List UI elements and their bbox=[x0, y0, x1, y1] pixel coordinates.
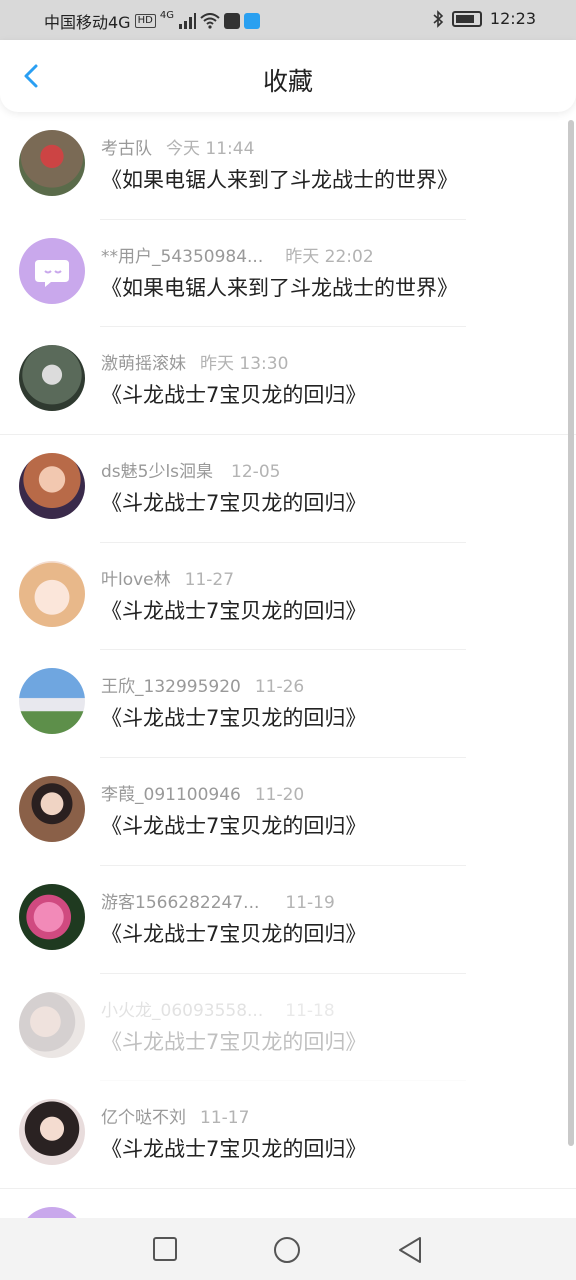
page-title: 收藏 bbox=[262, 67, 313, 96]
timestamp: 11-26 bbox=[254, 677, 305, 698]
avatar bbox=[19, 130, 85, 196]
timestamp: 昨天 13:30 bbox=[200, 354, 289, 375]
list-item[interactable]: ds魅5少ls洄臬 12-05 《斗龙战士7宝贝龙的回归》 bbox=[0, 435, 576, 543]
clock: 12:23 bbox=[489, 9, 536, 28]
list-item[interactable]: 王欣_132995920 11-26 《斗龙战士7宝贝龙的回归》 bbox=[0, 650, 576, 759]
list-item[interactable]: 叶love林 11-27 《斗龙战士7宝贝龙的回归》 bbox=[0, 543, 576, 651]
username: 考古队 bbox=[101, 139, 152, 159]
app-notification-icon bbox=[223, 13, 240, 29]
list-item[interactable]: 激萌摇滚妹 昨天 13:30 《斗龙战士7宝贝龙的回归》 bbox=[0, 327, 576, 436]
timestamp: 11-19 bbox=[285, 892, 335, 913]
home-button[interactable] bbox=[273, 1236, 301, 1268]
circle-icon bbox=[274, 1237, 300, 1263]
avatar bbox=[19, 237, 85, 304]
avatar bbox=[19, 776, 85, 843]
username: **用户_54350984... bbox=[101, 246, 264, 267]
list-item[interactable]: 亿个哒不刘 11-17 《斗龙战士7宝贝龙的回归》 bbox=[0, 1081, 576, 1189]
list-item[interactable]: 小火龙_06093558... 11-18 《斗龙战士7宝贝龙的回归》 bbox=[0, 974, 576, 1082]
avatar bbox=[19, 1206, 85, 1218]
avatar bbox=[19, 1099, 85, 1166]
list-item[interactable]: 考古队 今天 11:44 《如果电锯人来到了斗龙战士的世界》 bbox=[0, 112, 576, 220]
triangle-back-icon bbox=[399, 1237, 421, 1263]
username: ds魅5少ls洄臬 bbox=[101, 462, 214, 483]
network-type: 4G bbox=[159, 9, 174, 21]
signal-icon bbox=[178, 13, 196, 29]
timestamp: 今天 11:44 bbox=[166, 139, 255, 159]
item-title: 《如果电锯人来到了斗龙战士的世界》 bbox=[101, 275, 458, 300]
timestamp: 11-27 bbox=[184, 569, 235, 590]
hd-badge: HD bbox=[134, 14, 156, 28]
status-bar: 中国移动4G HD 4G 12:23 bbox=[0, 0, 576, 40]
username: 小火龙_06093558... bbox=[101, 1000, 264, 1021]
header: 收藏 bbox=[0, 40, 576, 112]
bluetooth-icon bbox=[433, 9, 444, 28]
item-title: 《斗龙战士7宝贝龙的回归》 bbox=[101, 814, 367, 839]
chat-bubble-icon bbox=[35, 259, 69, 287]
scrollbar[interactable] bbox=[568, 120, 574, 1146]
item-title: 《斗龙战士7宝贝龙的回归》 bbox=[101, 706, 367, 731]
item-title: 《斗龙战士7宝贝龙的回归》 bbox=[101, 383, 367, 408]
item-title: 《斗龙战士7宝贝龙的回归》 bbox=[101, 1137, 367, 1162]
username: 游客1566282247... bbox=[101, 892, 260, 913]
timestamp: 昨天 22:02 bbox=[285, 246, 374, 267]
wifi-icon bbox=[200, 13, 220, 29]
avatar bbox=[19, 668, 85, 735]
list-item-partial[interactable] bbox=[0, 1189, 576, 1218]
username: 激萌摇滚妹 bbox=[101, 354, 186, 375]
timestamp: 11-17 bbox=[200, 1108, 250, 1129]
item-title: 《斗龙战士7宝贝龙的回归》 bbox=[101, 598, 367, 623]
item-title: 《斗龙战士7宝贝龙的回归》 bbox=[101, 1029, 367, 1054]
timestamp: 12-05 bbox=[231, 462, 281, 483]
username: 王欣_132995920 bbox=[101, 677, 241, 698]
username: 李葭_091100946 bbox=[101, 785, 241, 806]
avatar bbox=[19, 991, 85, 1058]
timestamp: 11-20 bbox=[254, 785, 305, 806]
list-item[interactable]: **用户_54350984... 昨天 22:02 《如果电锯人来到了斗龙战士的世… bbox=[0, 220, 576, 328]
search-app-icon bbox=[243, 13, 260, 29]
item-title: 《如果电锯人来到了斗龙战士的世界》 bbox=[101, 168, 458, 192]
list-item[interactable]: 游客1566282247... 11-19 《斗龙战士7宝贝龙的回归》 bbox=[0, 866, 576, 974]
carrier-label: 中国移动4G bbox=[44, 13, 131, 32]
favorites-list: 考古队 今天 11:44 《如果电锯人来到了斗龙战士的世界》 **用户_54350… bbox=[0, 112, 576, 1218]
avatar bbox=[19, 345, 85, 412]
list-item[interactable]: 李葭_091100946 11-20 《斗龙战士7宝贝龙的回归》 bbox=[0, 758, 576, 866]
item-title: 《斗龙战士7宝贝龙的回归》 bbox=[101, 491, 367, 516]
back-nav-button[interactable] bbox=[396, 1236, 424, 1268]
item-title: 《斗龙战士7宝贝龙的回归》 bbox=[101, 921, 367, 946]
recent-apps-button[interactable] bbox=[152, 1236, 178, 1266]
username: 叶love林 bbox=[101, 569, 171, 590]
battery-icon bbox=[451, 10, 482, 27]
avatar bbox=[19, 883, 85, 950]
system-nav-bar bbox=[0, 1218, 576, 1280]
avatar bbox=[19, 453, 85, 520]
timestamp: 11-18 bbox=[285, 1000, 335, 1021]
username: 亿个哒不刘 bbox=[101, 1108, 186, 1129]
avatar bbox=[19, 560, 85, 627]
square-icon bbox=[153, 1237, 177, 1261]
